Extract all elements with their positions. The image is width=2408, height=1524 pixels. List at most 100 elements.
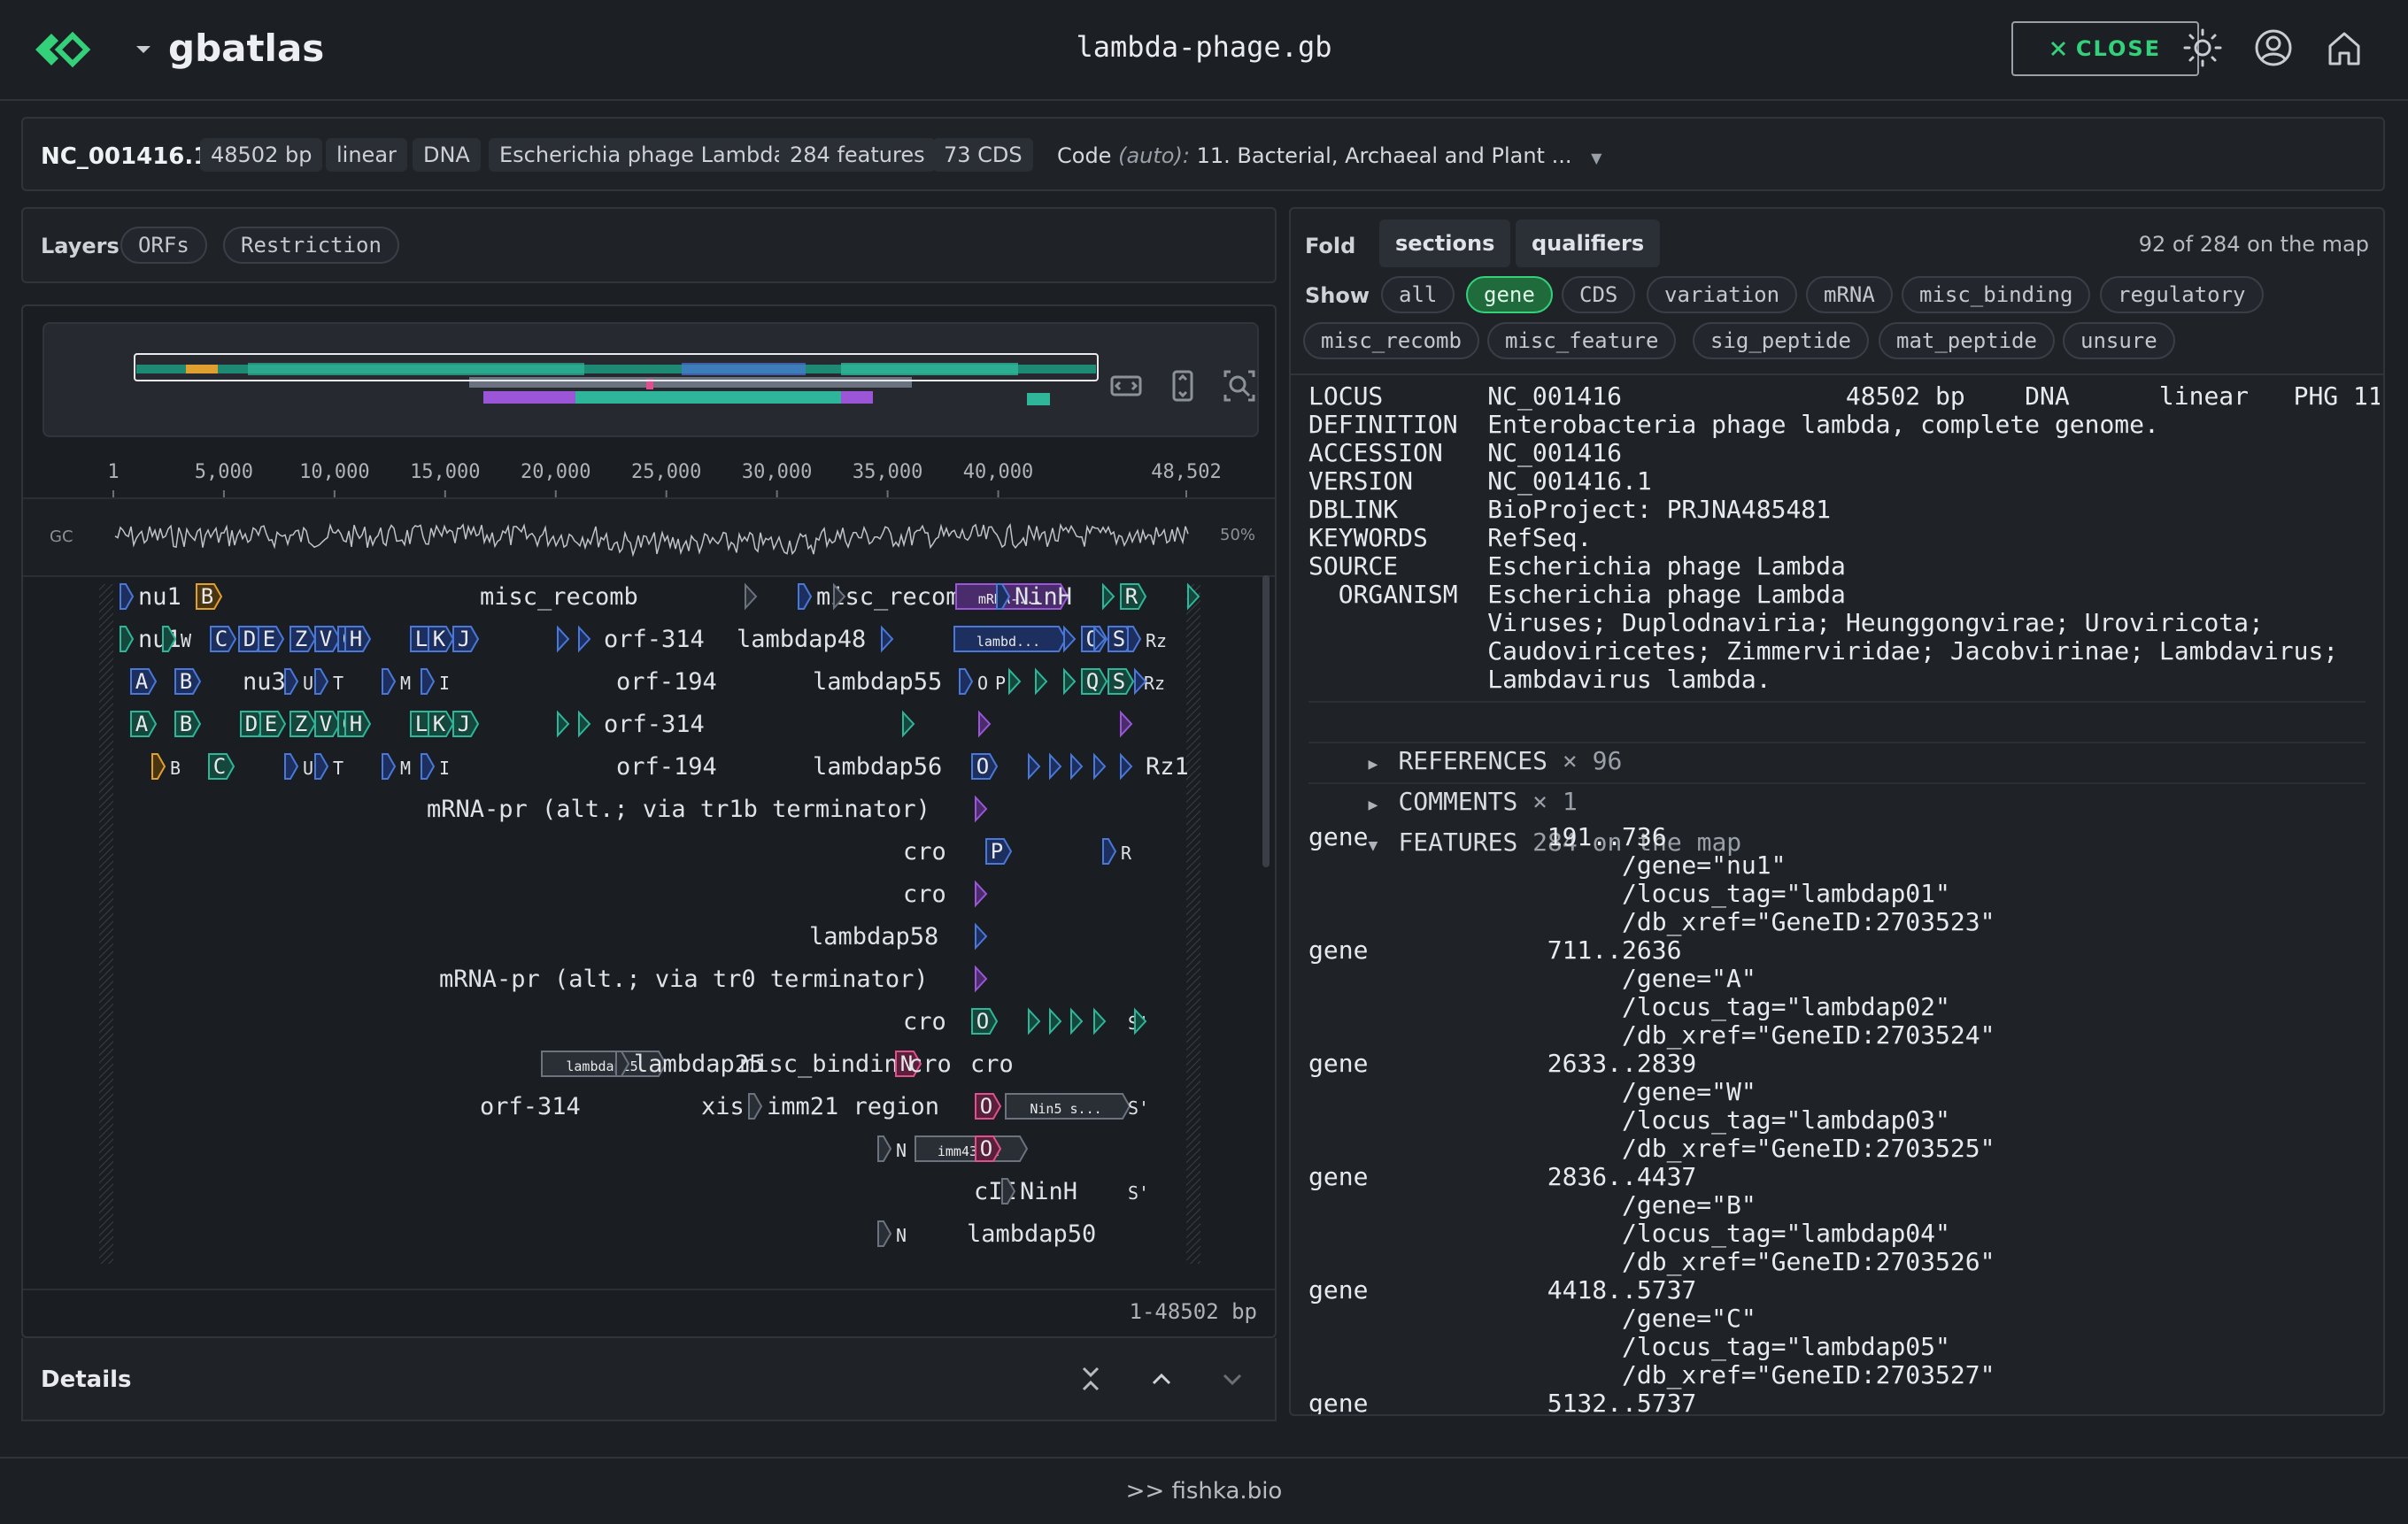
feature-mark[interactable]: V — [314, 626, 342, 652]
feature-arrow[interactable] — [1028, 1007, 1041, 1035]
feature-arrow[interactable] — [1063, 667, 1077, 696]
feature-mark[interactable]: orf-314 — [604, 626, 705, 653]
feature-mark[interactable]: C — [210, 626, 237, 652]
feature-mark[interactable]: O — [971, 1008, 999, 1035]
feature-mark[interactable]: mRNA-pr (alt.; via tr1b terminator) — [427, 796, 930, 823]
chevron-down-icon[interactable] — [1215, 1361, 1250, 1397]
feature-arrow[interactable] — [1120, 710, 1133, 738]
filter-mrna[interactable]: mRNA — [1806, 276, 1893, 313]
feature-mark[interactable]: lambdap56 — [813, 753, 942, 781]
chevron-down-icon[interactable] — [133, 39, 154, 60]
feature-mark[interactable]: O — [975, 1093, 1002, 1120]
feature-mark[interactable]: K — [428, 626, 455, 652]
feature-mark[interactable]: N — [877, 1135, 907, 1162]
feature-mark[interactable]: cro — [903, 881, 946, 908]
feature-mark[interactable]: H — [344, 711, 372, 737]
feature-mark[interactable]: K — [428, 711, 455, 737]
feature-mark[interactable]: S — [1108, 668, 1135, 695]
feature-mark[interactable]: A — [130, 668, 158, 695]
feature-arrow[interactable] — [1120, 752, 1133, 781]
feature-mark[interactable]: cro — [903, 1008, 946, 1035]
filter-misc-feature[interactable]: misc_feature — [1487, 322, 1677, 359]
feature-arrow[interactable] — [578, 625, 591, 653]
overview-track[interactable] — [44, 324, 1261, 439]
feature-mark[interactable]: I — [421, 753, 450, 780]
feature-arrow[interactable] — [1070, 752, 1084, 781]
feature-mark[interactable]: imm21 region — [748, 1093, 939, 1120]
feature-tracks[interactable]: nu1 Bmisc_recomb misc_recomb mRNA-...NinH Rn… — [23, 575, 1277, 1274]
feature-arrow[interactable] — [881, 625, 894, 653]
feature-mark[interactable]: M — [382, 753, 411, 780]
feature-arrow[interactable] — [975, 922, 988, 951]
feature-mark[interactable]: B — [196, 583, 223, 610]
feature-mark[interactable]: cro — [903, 838, 946, 866]
feature-arrow[interactable] — [1093, 1007, 1107, 1035]
feature-mark[interactable]: S' — [1128, 1182, 1149, 1204]
feature-mark[interactable]: mRNA-pr (alt.; via tr0 terminator) — [439, 966, 929, 993]
feature-mark[interactable]: O — [971, 753, 999, 780]
feature-mark[interactable]: nu3 — [243, 668, 286, 696]
filter-sig-peptide[interactable]: sig_peptide — [1693, 322, 1869, 359]
feature-mark[interactable]: B — [151, 753, 181, 780]
feature-mark[interactable]: P — [985, 838, 1013, 865]
feature-mark[interactable]: T — [314, 753, 343, 780]
feature-arrow[interactable] — [1102, 582, 1115, 611]
feature-arrow[interactable] — [1049, 752, 1062, 781]
feature-mark[interactable]: orf-314 — [480, 1093, 581, 1120]
feature-mark[interactable]: T — [314, 668, 343, 695]
filter-mat-peptide[interactable]: mat_peptide — [1879, 322, 2055, 359]
filter-variation[interactable]: variation — [1647, 276, 1798, 313]
feature-mark[interactable]: U — [284, 753, 313, 780]
feature-mark[interactable]: O — [959, 668, 988, 695]
feature-mark[interactable]: orf-194 — [616, 753, 717, 781]
logo-icon[interactable] — [32, 23, 96, 76]
feature-mark[interactable]: lambdap55 — [813, 668, 942, 696]
feature-mark[interactable]: misc_recomb — [798, 583, 975, 611]
chevron-up-icon[interactable] — [1144, 1361, 1179, 1397]
feature-mark[interactable]: nu1 — [120, 583, 181, 611]
feature-mark[interactable]: Rz — [1144, 673, 1165, 694]
feature-arrow[interactable] — [578, 710, 591, 738]
feature-arrow[interactable] — [1070, 1007, 1084, 1035]
feature-mark[interactable]: imm43... — [915, 1135, 1029, 1162]
feature-mark[interactable]: Z — [289, 626, 317, 652]
feature-mark[interactable]: V — [314, 711, 342, 737]
feature-mark[interactable]: orf-194 — [616, 668, 717, 696]
fit-width-icon[interactable] — [1108, 368, 1144, 404]
feature-mark[interactable]: J — [452, 711, 480, 737]
collapse-icon[interactable] — [1073, 1361, 1108, 1397]
fit-height-icon[interactable] — [1165, 368, 1200, 404]
filter-misc-recomb[interactable]: misc_recomb — [1303, 322, 1479, 359]
feature-mark[interactable]: H — [344, 626, 372, 652]
feature-arrow[interactable] — [975, 795, 988, 823]
feature-mark[interactable]: lambdap48 — [737, 626, 866, 653]
feature-arrow[interactable] — [1035, 667, 1048, 696]
feature-mark[interactable]: B — [174, 711, 202, 737]
feature-mark[interactable]: P — [995, 673, 1006, 694]
home-icon[interactable] — [2323, 27, 2366, 69]
layer-chip-orfs[interactable]: ORFs — [120, 227, 207, 264]
footer-link[interactable]: >> fishka.bio — [0, 1478, 2408, 1505]
feature-arrow[interactable] — [1093, 752, 1107, 781]
feature-mark[interactable]: lambdap50 — [967, 1220, 1096, 1248]
fold-sections-button[interactable]: sections — [1379, 219, 1511, 267]
feature-mark[interactable]: U — [284, 668, 313, 695]
feature-mark[interactable]: cro — [970, 1051, 1014, 1078]
sun-icon[interactable] — [2181, 27, 2224, 69]
feature-mark[interactable]: R — [1102, 838, 1132, 865]
overview-minimap[interactable] — [42, 322, 1259, 437]
feature-arrow[interactable] — [1063, 625, 1077, 653]
feature-arrow[interactable] — [978, 710, 992, 738]
zoom-fit-icon[interactable] — [1222, 368, 1257, 404]
feature-mark[interactable]: Q — [1081, 668, 1108, 695]
filter-unsure[interactable]: unsure — [2063, 322, 2175, 359]
filter-cds[interactable]: CDS — [1562, 276, 1636, 313]
feature-mark[interactable]: E — [259, 711, 287, 737]
feature-mark[interactable]: misc_binding — [740, 1051, 913, 1078]
feature-mark[interactable]: J — [452, 626, 480, 652]
feature-mark[interactable]: B — [174, 668, 202, 695]
feature-mark[interactable]: E — [258, 626, 285, 652]
feature-arrow[interactable] — [902, 710, 915, 738]
feature-arrow[interactable] — [1028, 752, 1041, 781]
feature-mark[interactable]: I — [421, 668, 450, 695]
